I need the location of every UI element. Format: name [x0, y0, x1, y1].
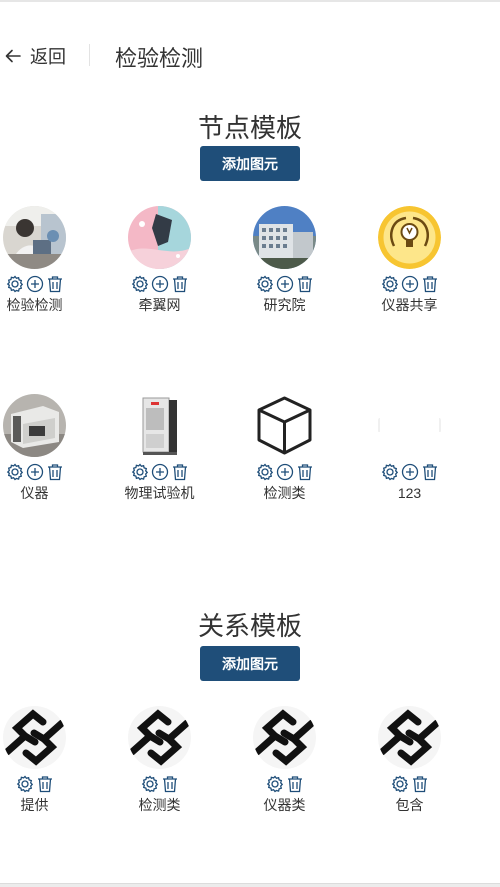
link-icon [128, 706, 191, 769]
trash-icon[interactable] [161, 775, 179, 793]
gear-icon[interactable] [266, 775, 284, 793]
plus-circle-icon[interactable] [401, 463, 419, 481]
trash-icon[interactable] [421, 463, 439, 481]
relation-item[interactable]: 提供 [0, 706, 97, 814]
trash-icon[interactable] [171, 463, 189, 481]
trash-icon[interactable] [296, 275, 314, 293]
plus-circle-icon[interactable] [151, 463, 169, 481]
gear-icon[interactable] [256, 463, 274, 481]
plus-circle-icon[interactable] [276, 463, 294, 481]
relation-actions [141, 774, 179, 794]
top-border [0, 0, 500, 2]
trash-icon[interactable] [36, 775, 54, 793]
node-item[interactable]: 物理试验机 [97, 394, 222, 502]
node-item[interactable]: 牵翼网 [97, 206, 222, 314]
node-item-label: 牵翼网 [138, 297, 181, 313]
relation-actions [266, 774, 304, 794]
header-divider [89, 44, 90, 66]
plus-circle-icon[interactable] [276, 275, 294, 293]
relation-item-label: 仪器类 [263, 797, 306, 813]
trash-icon[interactable] [46, 463, 64, 481]
node-item[interactable]: 仪器共享 [347, 206, 472, 314]
node-actions [256, 274, 314, 294]
relation-section-title: 关系模板 [197, 611, 302, 641]
node-image-bulb [378, 206, 441, 269]
node-actions [131, 274, 189, 294]
node-item-label: 检验检测 [6, 297, 63, 313]
gear-icon[interactable] [131, 275, 149, 293]
node-item-label: 仪器共享 [381, 297, 438, 313]
arrow-left-icon [5, 49, 21, 63]
node-actions [381, 274, 439, 294]
back-label: 返回 [30, 47, 66, 67]
plus-circle-icon[interactable] [26, 275, 44, 293]
node-actions [131, 462, 189, 482]
link-icon [253, 706, 316, 769]
node-image-building [253, 206, 316, 269]
relation-actions [391, 774, 429, 794]
node-image-lab [3, 206, 66, 269]
gear-icon[interactable] [381, 275, 399, 293]
gear-icon[interactable] [141, 775, 159, 793]
node-section-title: 节点模板 [197, 113, 302, 143]
relation-item-label: 检测类 [138, 797, 181, 813]
trash-icon[interactable] [411, 775, 429, 793]
node-actions [6, 274, 64, 294]
node-item-label: 物理试验机 [124, 485, 195, 501]
trash-icon[interactable] [296, 463, 314, 481]
trash-icon[interactable] [171, 275, 189, 293]
node-image-blank [378, 394, 441, 457]
node-item[interactable]: 仪器 [0, 394, 97, 502]
plus-circle-icon[interactable] [26, 463, 44, 481]
gear-icon[interactable] [6, 463, 24, 481]
node-actions [256, 462, 314, 482]
gear-icon[interactable] [131, 463, 149, 481]
relation-add-button[interactable]: 添加图元 [200, 646, 300, 681]
trash-icon[interactable] [421, 275, 439, 293]
relation-actions [16, 774, 54, 794]
node-item[interactable]: 研究院 [222, 206, 347, 314]
bottom-border [0, 883, 500, 887]
gear-icon[interactable] [391, 775, 409, 793]
node-image-instrument [3, 394, 66, 457]
relation-item[interactable]: 检测类 [97, 706, 222, 814]
relation-item[interactable]: 仪器类 [222, 706, 347, 814]
gear-icon[interactable] [6, 275, 24, 293]
node-item-label: 仪器 [20, 485, 49, 501]
gear-icon[interactable] [16, 775, 34, 793]
link-icon [378, 706, 441, 769]
relation-item-label: 提供 [20, 797, 49, 813]
node-item[interactable]: 123 [347, 394, 472, 502]
node-item[interactable]: 检测类 [222, 394, 347, 502]
gear-icon[interactable] [256, 275, 274, 293]
node-item-label: 检测类 [263, 485, 306, 501]
node-actions [6, 462, 64, 482]
cube-icon [253, 394, 316, 457]
node-add-button[interactable]: 添加图元 [200, 146, 300, 181]
node-item-label: 研究院 [263, 297, 306, 313]
back-button[interactable]: 返回 [4, 42, 66, 70]
page-header: 返回 检验检测 [0, 36, 500, 76]
node-actions [381, 462, 439, 482]
relation-item-label: 包含 [395, 797, 424, 813]
trash-icon[interactable] [46, 275, 64, 293]
plus-circle-icon[interactable] [401, 275, 419, 293]
node-item-label: 123 [397, 485, 422, 501]
gear-icon[interactable] [381, 463, 399, 481]
page-title: 检验检测 [115, 46, 204, 71]
relation-item[interactable]: 包含 [347, 706, 472, 814]
node-image-pink [128, 206, 191, 269]
trash-icon[interactable] [286, 775, 304, 793]
node-image-test-chamber [128, 394, 191, 457]
plus-circle-icon[interactable] [151, 275, 169, 293]
link-icon [3, 706, 66, 769]
node-item[interactable]: 检验检测 [0, 206, 97, 314]
